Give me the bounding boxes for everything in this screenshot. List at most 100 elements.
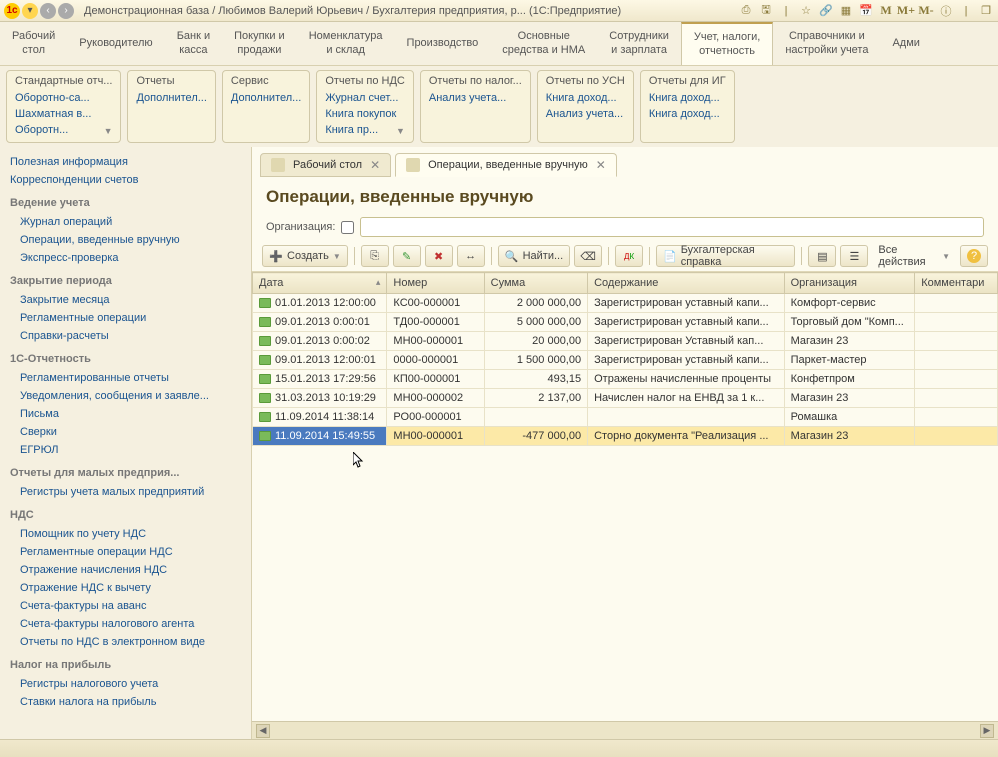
- find-button[interactable]: 🔍 Найти...: [498, 245, 571, 267]
- menu-item[interactable]: Производство: [395, 22, 491, 65]
- nav-forward-icon[interactable]: ›: [58, 3, 74, 19]
- horizontal-scrollbar[interactable]: ◀ ▶: [252, 721, 998, 739]
- menu-item[interactable]: Номенклатура и склад: [297, 22, 395, 65]
- nav-link[interactable]: Регламентные операции НДС: [10, 543, 241, 561]
- table-row[interactable]: 01.01.2013 12:00:00КС00-0000012 000 000,…: [253, 294, 998, 313]
- nav-link[interactable]: Корреспонденции счетов: [10, 171, 241, 189]
- panel-link[interactable]: Оборотн...▼: [15, 122, 112, 138]
- nav-link[interactable]: Счета-фактуры на аванс: [10, 597, 241, 615]
- menu-item[interactable]: Покупки и продажи: [222, 22, 297, 65]
- nav-link[interactable]: Регламентные операции: [10, 309, 241, 327]
- panel-link[interactable]: Анализ учета...: [429, 90, 522, 106]
- nav-link[interactable]: Регистры учета малых предприятий: [10, 483, 241, 501]
- tab[interactable]: Рабочий стол✕: [260, 153, 391, 177]
- table-row[interactable]: 09.01.2013 0:00:02МН00-00000120 000,00За…: [253, 332, 998, 351]
- table-row[interactable]: 11.09.2014 15:49:55МН00-000001-477 000,0…: [253, 427, 998, 446]
- clear-filter-button[interactable]: ⌫: [574, 245, 602, 267]
- help-button[interactable]: ?: [960, 245, 988, 267]
- panel-link[interactable]: Дополнител...: [136, 90, 206, 106]
- print-icon[interactable]: ⎙: [738, 3, 754, 19]
- panel-link[interactable]: Книга покупок: [325, 106, 405, 122]
- nav-link[interactable]: Отражение НДС к вычету: [10, 579, 241, 597]
- panel-link[interactable]: Дополнител...: [231, 90, 301, 106]
- panel-link[interactable]: Журнал счет...: [325, 90, 405, 106]
- nav-link[interactable]: Полезная информация: [10, 153, 241, 171]
- menu-item[interactable]: Учет, налоги, отчетность: [681, 22, 773, 65]
- memory-m-plus[interactable]: M+: [898, 3, 914, 19]
- nav-link[interactable]: Закрытие месяца: [10, 291, 241, 309]
- column-header[interactable]: Содержание: [588, 273, 785, 294]
- column-header[interactable]: Дата▴: [253, 273, 387, 294]
- panel-link[interactable]: Книга пр...▼: [325, 122, 405, 138]
- delete-button[interactable]: ✖: [425, 245, 453, 267]
- nav-link[interactable]: Ставки налога на прибыль: [10, 693, 241, 711]
- refresh-button[interactable]: ↔: [457, 245, 485, 267]
- create-button[interactable]: ➕ Создать ▼: [262, 245, 348, 267]
- column-header[interactable]: Комментари: [915, 273, 998, 294]
- table-row[interactable]: 31.03.2013 10:19:29МН00-0000022 137,00На…: [253, 389, 998, 408]
- menu-item[interactable]: Рабочий стол: [0, 22, 67, 65]
- tree-button[interactable]: ☰: [840, 245, 868, 267]
- panel-link[interactable]: Шахматная в...: [15, 106, 112, 122]
- menu-item[interactable]: Справочники и настройки учета: [773, 22, 880, 65]
- window-max-icon[interactable]: ❐: [978, 3, 994, 19]
- memory-m-minus[interactable]: M-: [918, 3, 934, 19]
- menu-item[interactable]: Руководителю: [67, 22, 164, 65]
- panel-link[interactable]: Книга доход...: [649, 106, 726, 122]
- nav-link[interactable]: ЕГРЮЛ: [10, 441, 241, 459]
- table-row[interactable]: 15.01.2013 17:29:56КП00-000001493,15Отра…: [253, 370, 998, 389]
- close-icon[interactable]: ✕: [596, 158, 606, 172]
- scroll-right-button[interactable]: ▶: [980, 724, 994, 738]
- star-icon[interactable]: ☆: [798, 3, 814, 19]
- scroll-left-button[interactable]: ◀: [256, 724, 270, 738]
- panel-link[interactable]: Книга доход...: [546, 90, 625, 106]
- nav-link[interactable]: Отражение начисления НДС: [10, 561, 241, 579]
- accounting-report-button[interactable]: 📄 Бухгалтерская справка: [656, 245, 796, 267]
- chevron-down-icon[interactable]: ▼: [396, 126, 405, 136]
- calendar-icon[interactable]: 📅: [858, 3, 874, 19]
- nav-link[interactable]: Справки-расчеты: [10, 327, 241, 345]
- table-row[interactable]: 11.09.2014 11:38:14РО00-000001Ромашка: [253, 408, 998, 427]
- close-icon[interactable]: ✕: [370, 158, 380, 172]
- menu-item[interactable]: Банк и касса: [165, 22, 222, 65]
- menu-item[interactable]: Адми: [880, 22, 931, 65]
- edit-button[interactable]: ✎: [393, 245, 421, 267]
- list-button[interactable]: ▤: [808, 245, 836, 267]
- table-row[interactable]: 09.01.2013 12:00:010000-0000011 500 000,…: [253, 351, 998, 370]
- calc-icon[interactable]: ▦: [838, 3, 854, 19]
- all-actions-button[interactable]: Все действия ▼: [872, 245, 956, 267]
- menu-item[interactable]: Сотрудники и зарплата: [597, 22, 681, 65]
- nav-link[interactable]: Сверки: [10, 423, 241, 441]
- org-input[interactable]: [360, 217, 984, 237]
- panel-link[interactable]: Книга доход...: [649, 90, 726, 106]
- nav-link[interactable]: Операции, введенные вручную: [10, 231, 241, 249]
- org-checkbox[interactable]: [341, 221, 354, 234]
- chevron-down-icon[interactable]: ▼: [104, 126, 113, 136]
- nav-link[interactable]: Счета-фактуры налогового агента: [10, 615, 241, 633]
- column-header[interactable]: Организация: [784, 273, 915, 294]
- save-icon[interactable]: 🖫: [758, 3, 774, 19]
- nav-link[interactable]: Отчеты по НДС в электронном виде: [10, 633, 241, 651]
- nav-link[interactable]: Журнал операций: [10, 213, 241, 231]
- nav-link[interactable]: Экспресс-проверка: [10, 249, 241, 267]
- nav-link[interactable]: Уведомления, сообщения и заявле...: [10, 387, 241, 405]
- column-header[interactable]: Номер: [387, 273, 484, 294]
- nav-link[interactable]: Регламентированные отчеты: [10, 369, 241, 387]
- table-row[interactable]: 09.01.2013 0:00:01ТД00-0000015 000 000,0…: [253, 313, 998, 332]
- tab[interactable]: Операции, введенные вручную✕: [395, 153, 617, 177]
- column-header[interactable]: Сумма: [484, 273, 587, 294]
- panel-link[interactable]: Оборотно-са...: [15, 90, 112, 106]
- nav-link[interactable]: Письма: [10, 405, 241, 423]
- panel-link[interactable]: Анализ учета...: [546, 106, 625, 122]
- nav-back-icon[interactable]: ‹: [40, 3, 56, 19]
- dt-kt-button[interactable]: ДК: [615, 245, 643, 267]
- link-icon[interactable]: 🔗: [818, 3, 834, 19]
- nav-link[interactable]: Помощник по учету НДС: [10, 525, 241, 543]
- nav-link[interactable]: Регистры налогового учета: [10, 675, 241, 693]
- operations-grid[interactable]: Дата▴НомерСуммаСодержаниеОрганизацияКомм…: [252, 272, 998, 446]
- info-icon[interactable]: ⓘ: [938, 3, 954, 19]
- menu-item[interactable]: Основные средства и НМА: [490, 22, 597, 65]
- minimize-icon[interactable]: ▾: [22, 3, 38, 19]
- memory-m[interactable]: M: [878, 3, 894, 19]
- copy-button[interactable]: ⎘: [361, 245, 389, 267]
